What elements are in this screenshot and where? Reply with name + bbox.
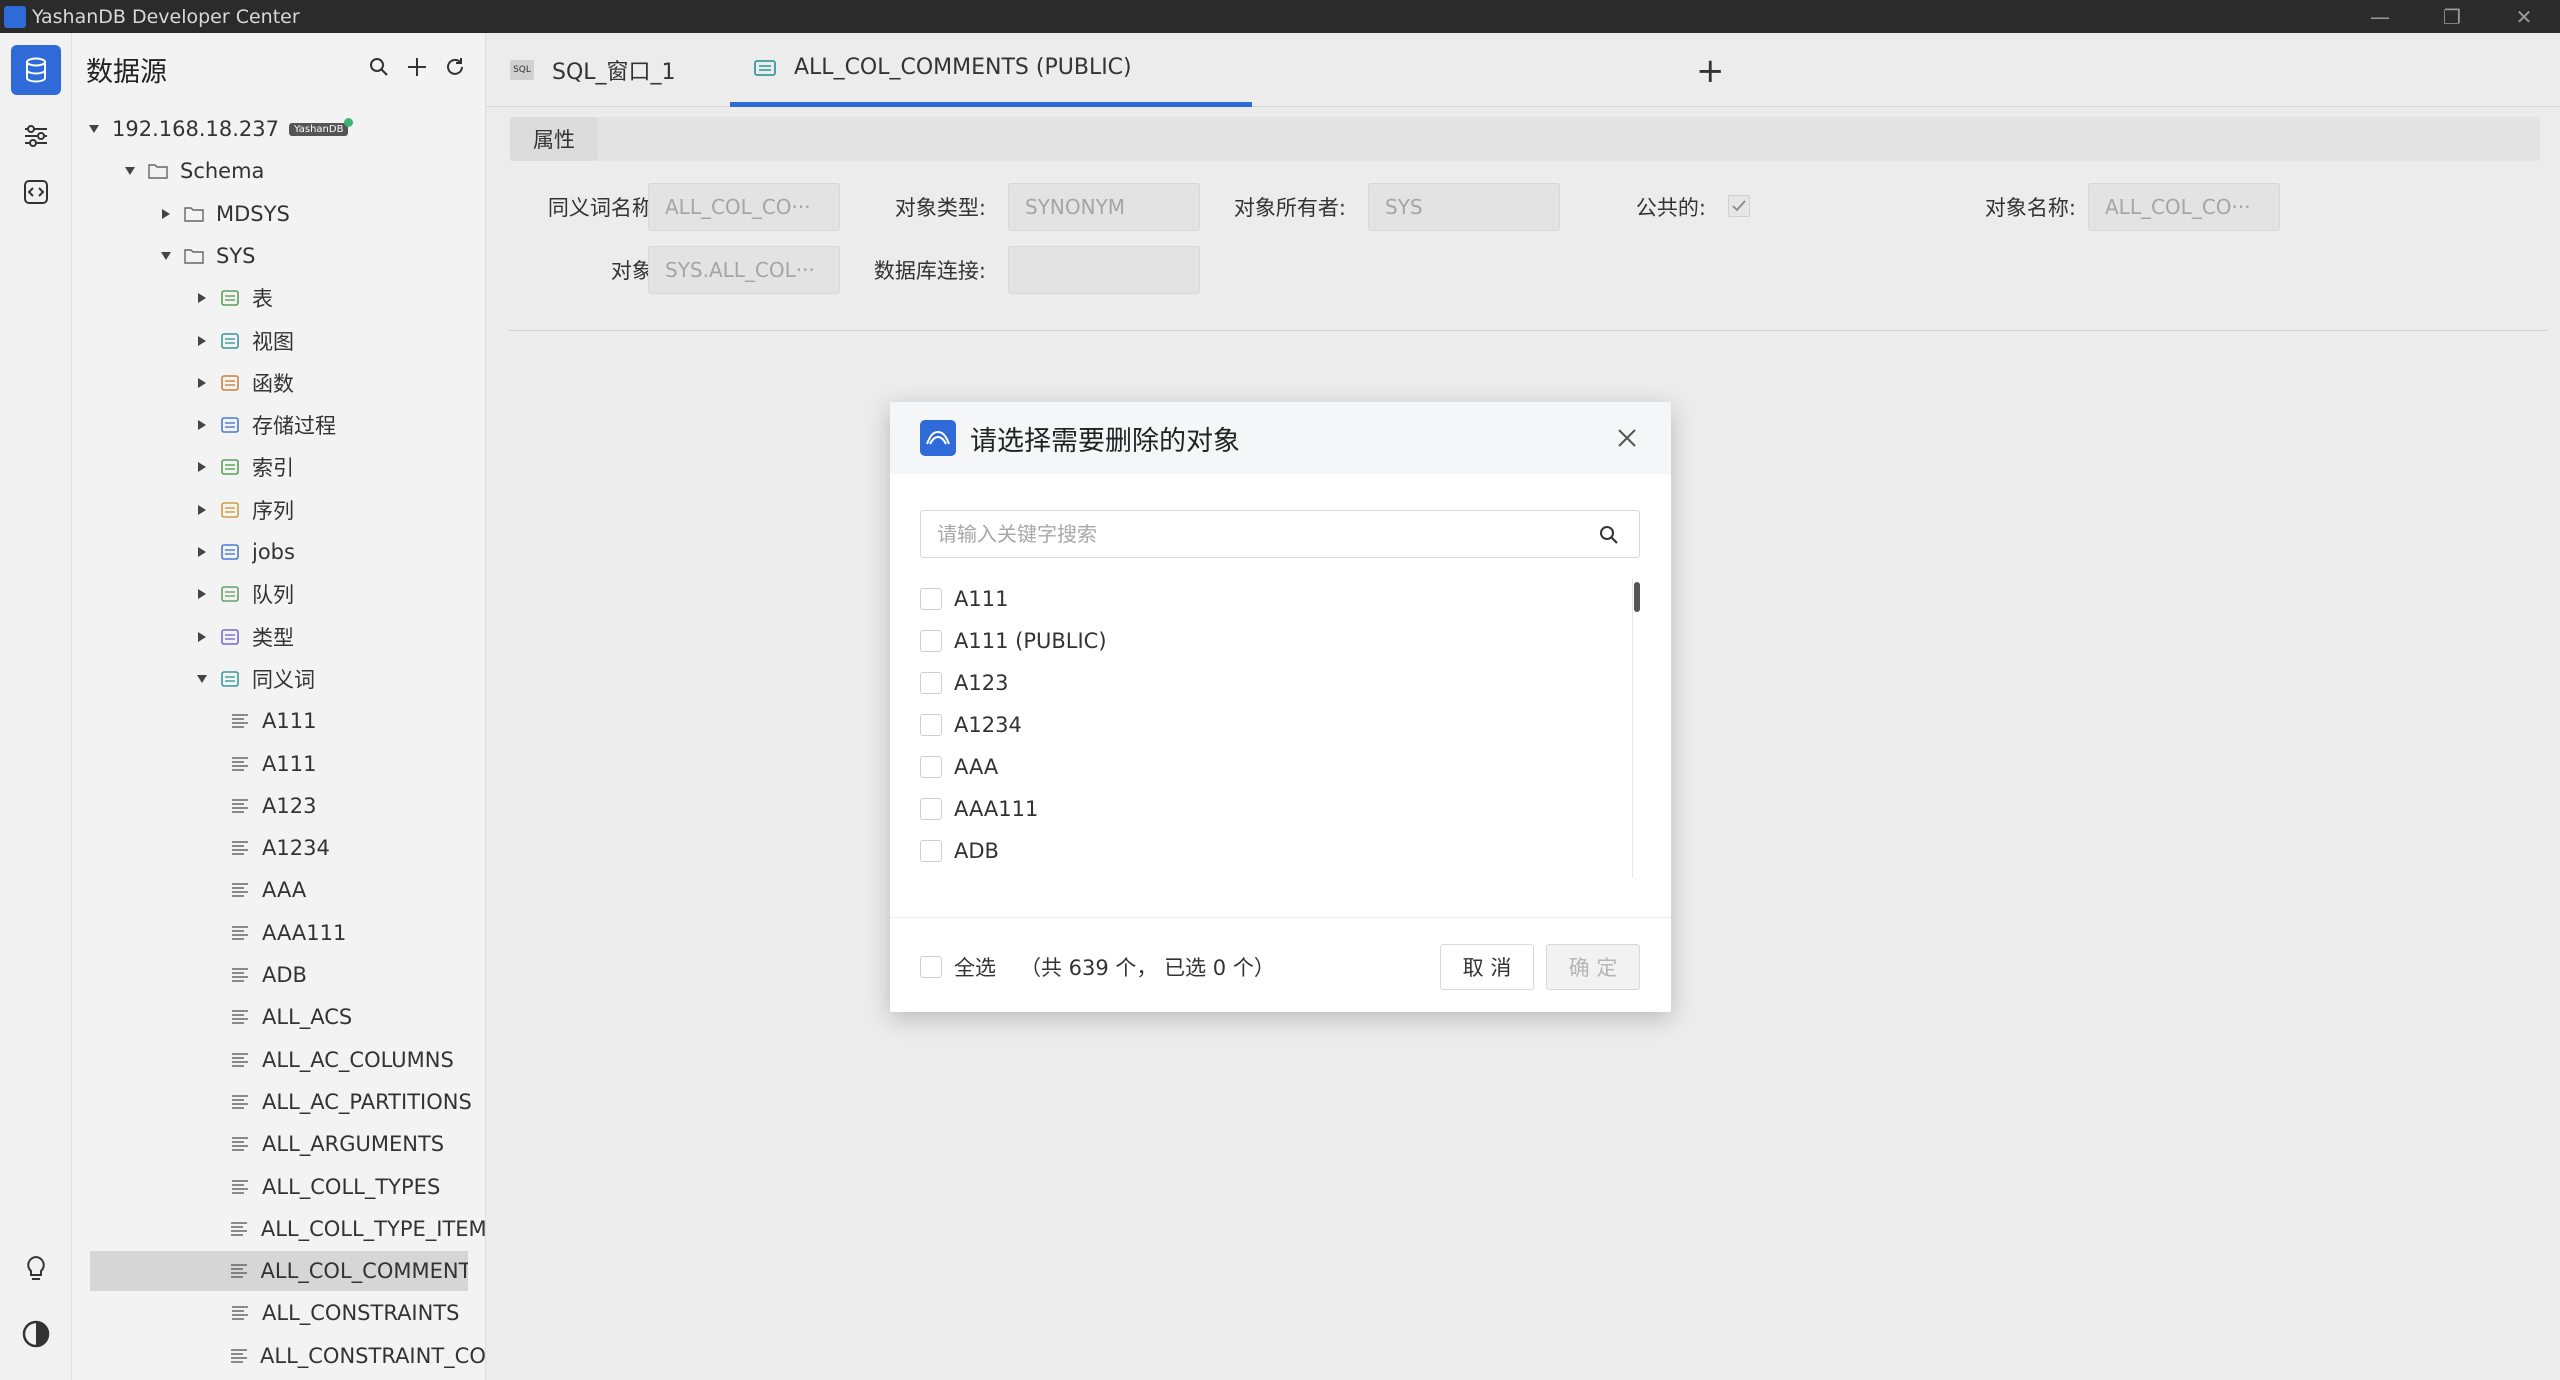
list-scrollbar-thumb[interactable] <box>1634 582 1640 612</box>
list-item[interactable]: A123 <box>920 662 1008 704</box>
item-checkbox[interactable] <box>920 756 942 778</box>
list-item[interactable]: A111 <box>920 578 1008 620</box>
confirm-button[interactable]: 确 定 <box>1546 944 1640 990</box>
object-list: A111 A111 (PUBLIC) A123 A1234 AAA AAA111 ADB <box>920 578 1620 878</box>
keyword-search-input[interactable] <box>937 522 1577 546</box>
item-label: A111 <box>954 587 1009 611</box>
item-label: A111 (PUBLIC) <box>954 629 1107 653</box>
item-checkbox[interactable] <box>920 840 942 862</box>
item-label: A123 <box>954 671 1009 695</box>
item-checkbox[interactable] <box>920 798 942 820</box>
search-icon[interactable] <box>1597 523 1621 547</box>
item-checkbox[interactable] <box>920 630 942 652</box>
list-item[interactable]: A111 (PUBLIC) <box>920 620 1107 662</box>
item-label: A1234 <box>954 713 1022 737</box>
item-checkbox[interactable] <box>920 672 942 694</box>
select-all-checkbox[interactable] <box>920 956 942 978</box>
item-checkbox[interactable] <box>920 714 942 736</box>
list-item[interactable]: A1234 <box>920 704 1022 746</box>
dialog-title: 请选择需要删除的对象 <box>970 425 1240 457</box>
item-checkbox[interactable] <box>920 588 942 610</box>
delete-objects-dialog: 请选择需要删除的对象 A111 A111 (PUBLIC) A123 A1234 AAA… <box>890 402 1671 1012</box>
dialog-search-box <box>920 510 1640 558</box>
cancel-button[interactable]: 取 消 <box>1440 944 1534 990</box>
list-item[interactable]: AAA111 <box>920 788 1038 830</box>
item-label: AAA <box>954 755 999 779</box>
close-icon <box>1618 429 1636 447</box>
list-item[interactable]: AAA <box>920 746 998 788</box>
item-label: AAA111 <box>954 797 1039 821</box>
selection-count: （共 639 个， 已选 0 个） <box>1020 956 1275 980</box>
select-all-label: 全选 <box>954 956 996 980</box>
dialog-close-button[interactable] <box>1613 424 1641 452</box>
dialog-footer: 全选 （共 639 个， 已选 0 个） 取 消 确 定 <box>890 917 1671 1012</box>
yashandb-logo-icon <box>920 420 956 456</box>
item-label: ADB <box>954 839 999 863</box>
list-scrollbar-track <box>1632 578 1640 878</box>
list-item[interactable]: ADB <box>920 830 999 872</box>
